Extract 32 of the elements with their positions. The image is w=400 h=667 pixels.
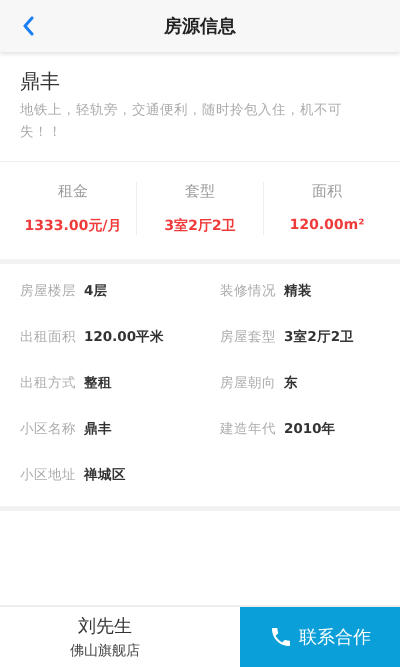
detail-value: 3室2厅2卫 [284,328,354,346]
detail-label: 出租方式 [20,374,76,392]
detail-label: 小区地址 [20,466,76,484]
detail-value: 禅城区 [84,466,126,484]
page-title: 房源信息 [164,15,236,38]
detail-label: 建造年代 [220,420,276,438]
phone-icon [269,625,293,649]
stat-label: 租金 [58,182,88,201]
detail-label: 小区名称 [20,420,76,438]
listing-description: 地铁上，轻轨旁，交通便利，随时拎包入住，机不可失！！ [20,101,343,142]
detail-value: 整租 [84,374,112,392]
detail-value: 4层 [84,282,108,300]
contact-name: 刘先生 [78,615,132,638]
detail-label: 房屋朝向 [220,374,276,392]
detail-value: 鼎丰 [84,420,112,438]
detail-label: 出租面积 [20,328,76,346]
detail-label: 房屋套型 [220,328,276,346]
detail-value: 120.00平米 [84,328,164,346]
stat-label: 面积 [312,182,342,201]
stat-value: 1333.00元/月 [24,217,122,235]
detail-value: 2010年 [284,420,336,438]
listing-name: 鼎丰 [20,68,61,95]
contact-button[interactable]: 联系合作 [240,607,400,667]
detail-label: 装修情况 [220,282,276,300]
store-name: 佛山旗舰店 [70,642,140,660]
detail-value: 精装 [284,282,312,300]
detail-value: 东 [284,374,298,392]
back-icon[interactable] [22,16,34,36]
detail-label: 房屋楼层 [20,282,76,300]
stat-label: 套型 [185,182,215,201]
stat-value: 120.00m² [290,217,364,233]
stat-value: 3室2厅2卫 [164,217,236,235]
